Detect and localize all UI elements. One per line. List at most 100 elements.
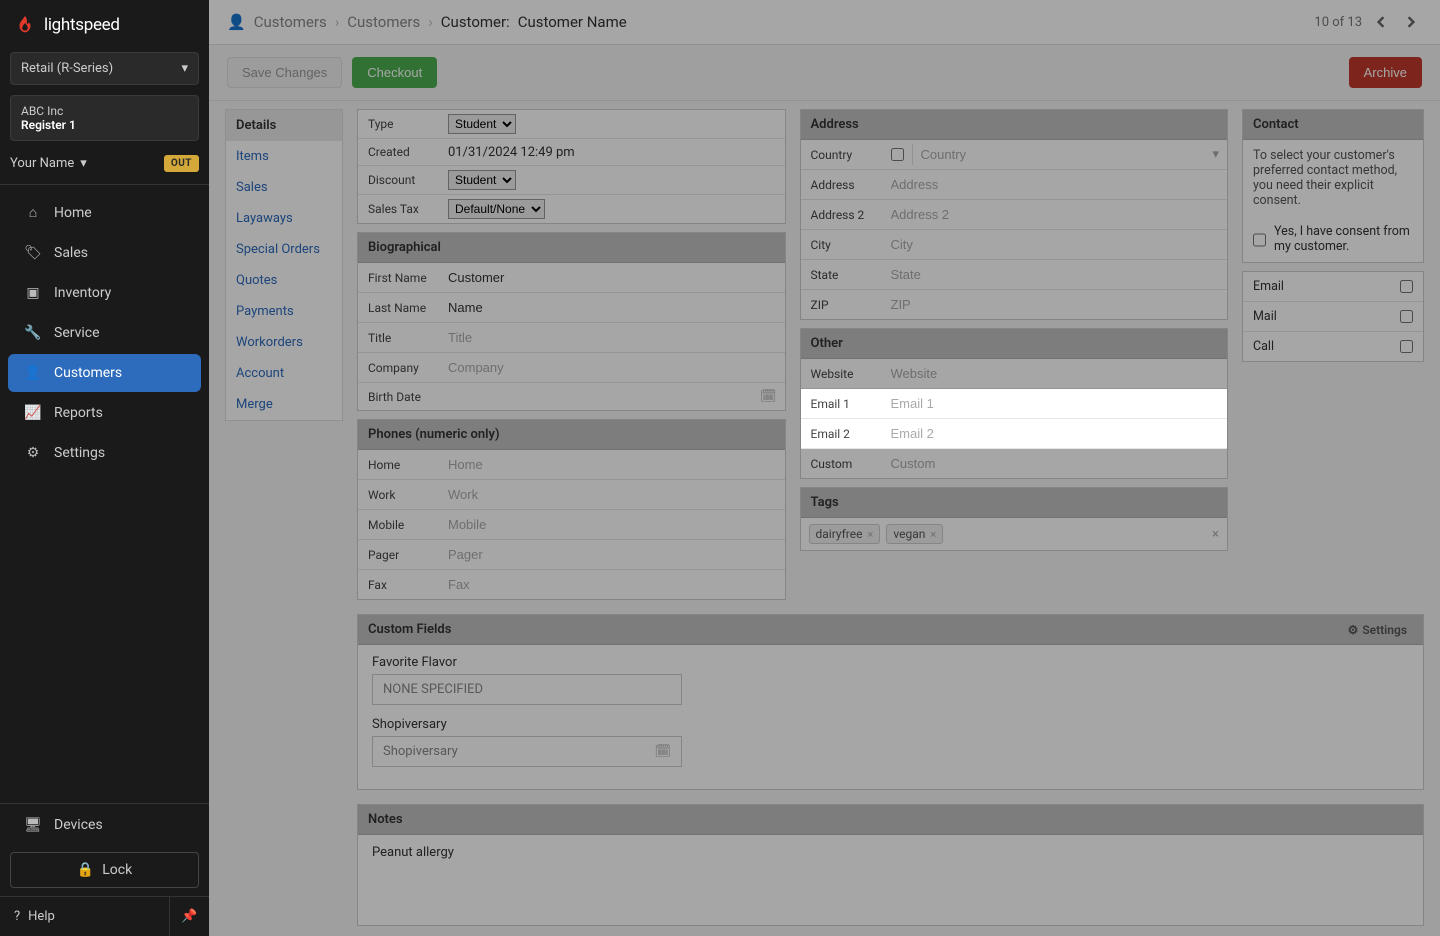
type-select[interactable]: Student — [448, 114, 516, 134]
nav-reports[interactable]: 📈Reports — [8, 394, 201, 432]
company-input[interactable] — [448, 357, 777, 378]
pin-button[interactable]: 📌 — [169, 897, 209, 936]
product-select-label: Retail (R-Series) — [21, 61, 113, 76]
store-register[interactable]: ABC Inc Register 1 — [10, 95, 199, 141]
nav-label: Settings — [54, 445, 105, 461]
nav-sales[interactable]: 🏷Sales — [8, 234, 201, 272]
subnav-items[interactable]: Items — [226, 141, 342, 172]
checkout-button[interactable]: Checkout — [352, 57, 437, 88]
phone-mobile-input[interactable] — [448, 514, 777, 535]
label-country: Country — [801, 140, 883, 169]
phone-pager-input[interactable] — [448, 544, 777, 565]
subnav-details[interactable]: Details — [226, 110, 342, 141]
custom-fields-settings[interactable]: ⚙Settings — [1348, 623, 1407, 637]
phone-fax-input[interactable] — [448, 574, 777, 595]
cf-flavor-label: Favorite Flavor — [372, 655, 1409, 670]
subnav-merge[interactable]: Merge — [226, 389, 342, 420]
panel-header-address: Address — [801, 110, 1228, 140]
pref-call-checkbox[interactable] — [1400, 340, 1413, 353]
label-type: Type — [358, 110, 440, 138]
subnav-layaways[interactable]: Layaways — [226, 203, 342, 234]
subnav-quotes[interactable]: Quotes — [226, 265, 342, 296]
label-created: Created — [358, 139, 440, 165]
monitor-icon: 🖥 — [24, 817, 42, 833]
panel-contact-prefs: Email Mail Call — [1242, 271, 1424, 362]
chevron-down-icon: ▾ — [181, 61, 188, 76]
address-input[interactable] — [891, 174, 1220, 195]
chevron-down-icon: ▾ — [80, 156, 87, 171]
country-checkbox[interactable] — [891, 148, 904, 161]
panel-address: Address Country▾ Address Address 2 City … — [800, 109, 1229, 320]
nav-label: Home — [54, 205, 92, 221]
subnav-sales[interactable]: Sales — [226, 172, 342, 203]
custom-input[interactable] — [891, 453, 1220, 474]
clock-out-badge[interactable]: OUT — [164, 155, 199, 172]
subnav-special-orders[interactable]: Special Orders — [226, 234, 342, 265]
state-input[interactable] — [891, 264, 1220, 285]
city-input[interactable] — [891, 234, 1220, 255]
pref-mail-checkbox[interactable] — [1400, 310, 1413, 323]
label-email2: Email 2 — [801, 419, 883, 448]
address2-input[interactable] — [891, 204, 1220, 225]
cf-flavor-input[interactable]: NONE SPECIFIED — [372, 674, 682, 705]
country-input[interactable] — [912, 144, 1205, 165]
cf-shop-input[interactable]: Shopiversary🗓 — [372, 736, 682, 767]
email1-input[interactable] — [891, 393, 1220, 414]
lastname-input[interactable] — [448, 297, 777, 318]
layout-grid: Details Items Sales Layaways Special Ord… — [225, 109, 1424, 926]
tag-remove[interactable]: × — [868, 528, 874, 541]
label-home: Home — [358, 450, 440, 479]
save-button[interactable]: Save Changes — [227, 57, 342, 88]
nav-home[interactable]: ⌂Home — [8, 193, 201, 232]
salestax-select[interactable]: Default/None — [448, 199, 545, 219]
subnav-payments[interactable]: Payments — [226, 296, 342, 327]
archive-button[interactable]: Archive — [1349, 57, 1422, 88]
nav-settings[interactable]: ⚙Settings — [8, 434, 201, 472]
sidebar-bottom: 🖥Devices 🔒Lock ?Help 📌 — [0, 803, 209, 936]
user-name-label: Your Name — [10, 156, 74, 171]
pager-next[interactable] — [1400, 11, 1422, 33]
register-name: Register 1 — [21, 118, 188, 132]
col-mid: Address Country▾ Address Address 2 City … — [800, 109, 1229, 551]
email2-input[interactable] — [891, 423, 1220, 444]
user-menu[interactable]: Your Name ▾ — [10, 156, 87, 171]
title-input[interactable] — [448, 327, 777, 348]
pref-label: Email — [1253, 279, 1392, 294]
pref-email-checkbox[interactable] — [1400, 280, 1413, 293]
cf-shop-label: Shopiversary — [372, 717, 1409, 732]
consent-checkbox[interactable] — [1253, 226, 1266, 254]
phone-home-input[interactable] — [448, 454, 777, 475]
subnav-workorders[interactable]: Workorders — [226, 327, 342, 358]
product-select[interactable]: Retail (R-Series) ▾ — [10, 52, 199, 85]
breadcrumb: 👤 Customers › Customers › Customer: Cust… — [227, 13, 627, 31]
pref-mail: Mail — [1243, 301, 1423, 331]
subnav-account[interactable]: Account — [226, 358, 342, 389]
help-button[interactable]: ?Help — [0, 897, 169, 936]
website-input[interactable] — [891, 363, 1220, 384]
lock-button[interactable]: 🔒Lock — [10, 852, 199, 888]
tag-remove[interactable]: × — [930, 528, 936, 541]
tags-clear[interactable]: × — [1212, 527, 1219, 542]
tags-body[interactable]: dairyfree× vegan× × — [801, 518, 1228, 550]
person-icon: 👤 — [24, 365, 42, 381]
pager-prev[interactable] — [1370, 11, 1392, 33]
phone-work-input[interactable] — [448, 484, 777, 505]
panel-basic: TypeStudent Created01/31/2024 12:49 pm D… — [357, 109, 786, 224]
notes-body[interactable]: Peanut allergy — [358, 835, 1423, 925]
birth-date-field[interactable]: 🗓 — [448, 389, 777, 404]
nav-devices[interactable]: 🖥Devices — [8, 806, 201, 844]
nav-customers[interactable]: 👤Customers — [8, 354, 201, 392]
nav-inventory[interactable]: ▣Inventory — [8, 274, 201, 312]
zip-input[interactable] — [891, 294, 1220, 315]
bc-customers-list[interactable]: Customers — [347, 13, 420, 31]
label-city: City — [801, 230, 883, 259]
nav-label: Service — [54, 325, 100, 341]
bc-customers-root[interactable]: Customers — [254, 13, 327, 31]
tag-icon: 🏷 — [24, 245, 42, 261]
chart-icon: 📈 — [24, 405, 42, 421]
label-birth: Birth Date — [358, 383, 440, 410]
nav-service[interactable]: 🔧Service — [8, 314, 201, 352]
firstname-input[interactable] — [448, 267, 777, 288]
tag-label: vegan — [893, 527, 925, 541]
discount-select[interactable]: Student — [448, 170, 516, 190]
